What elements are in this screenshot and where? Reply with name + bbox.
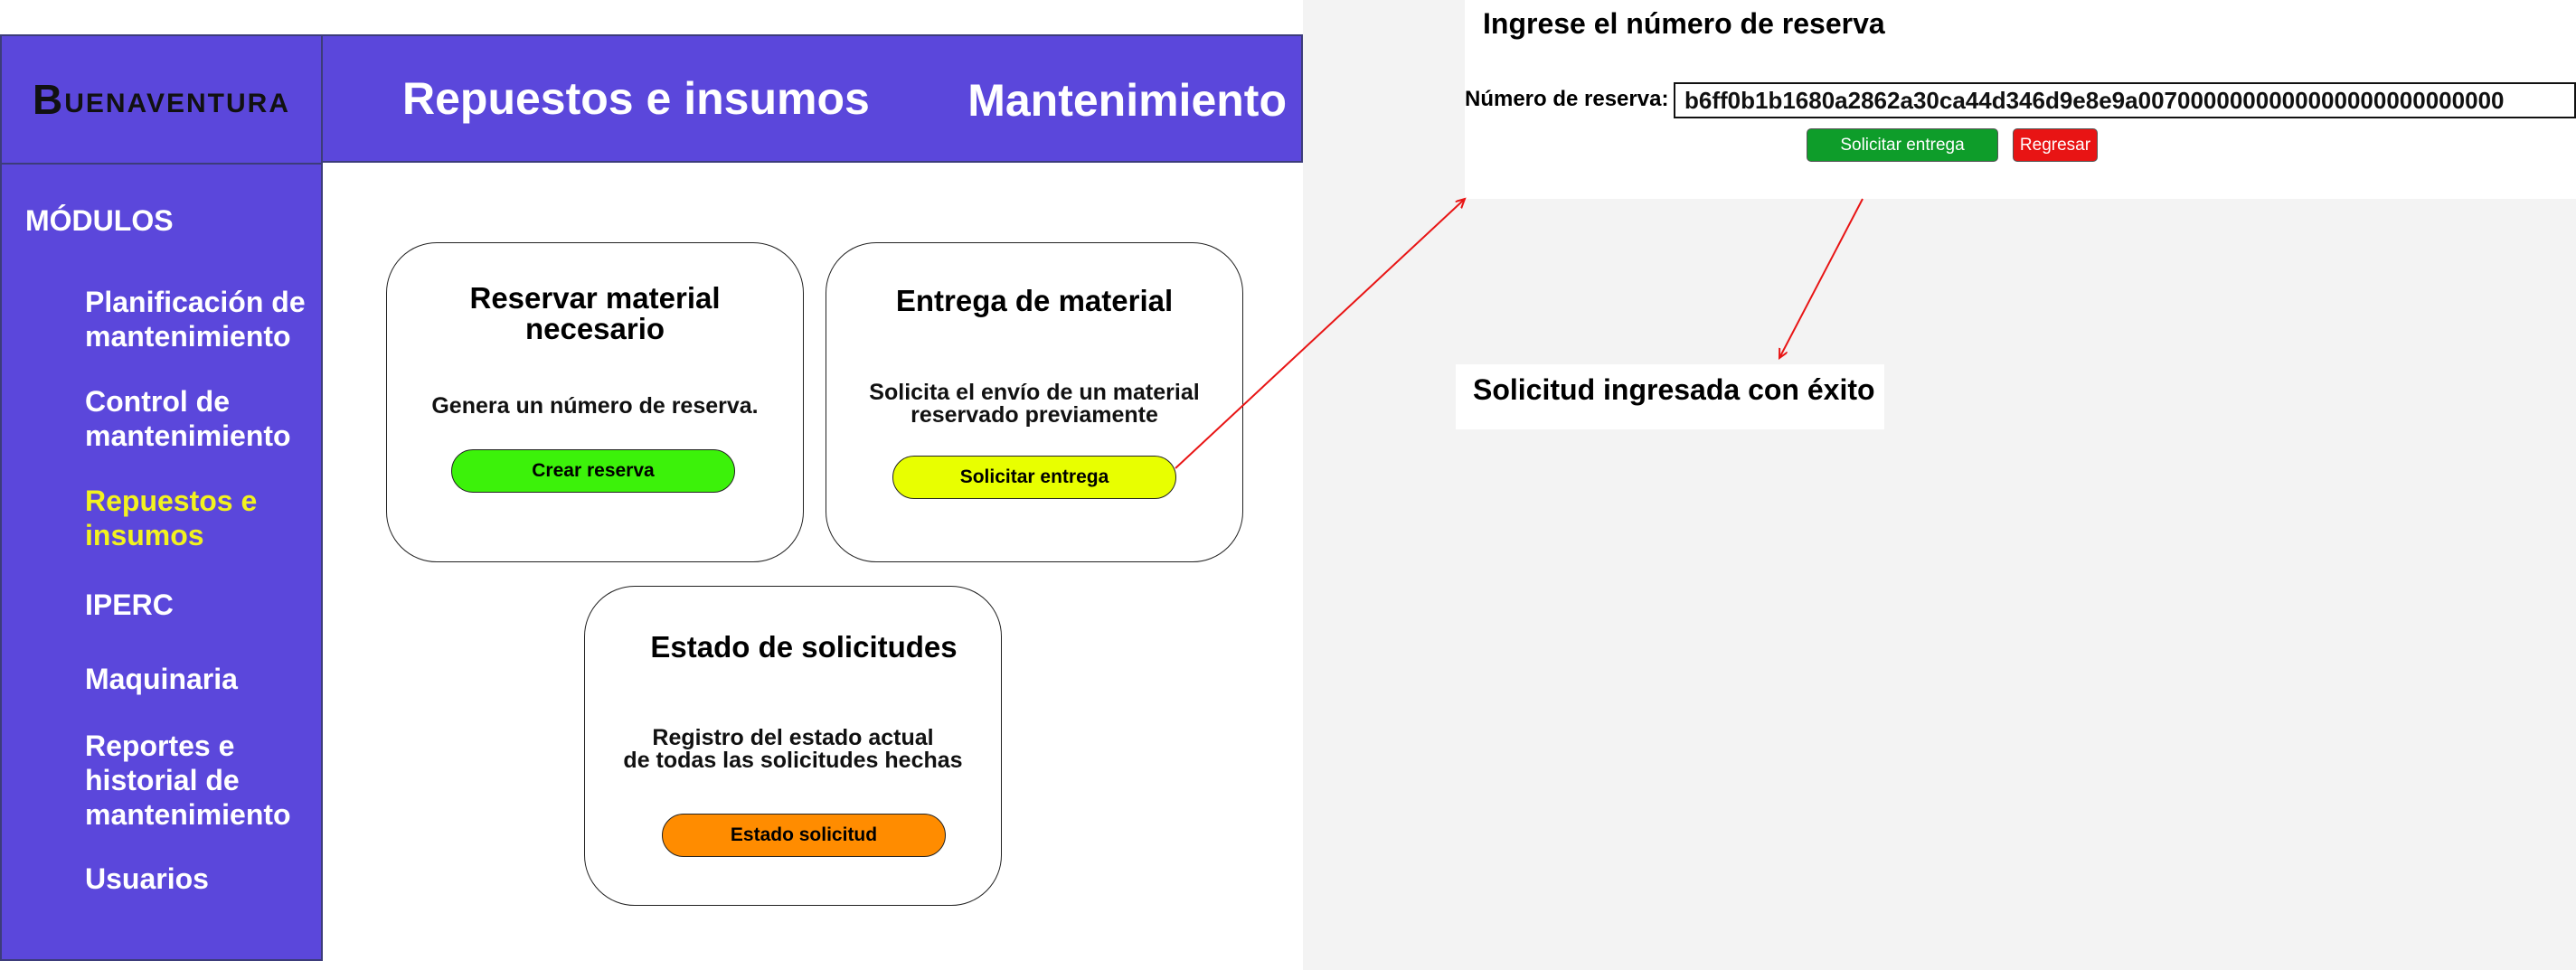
delivery-card: Entrega de material Solicita el envío de… bbox=[826, 242, 1243, 562]
card-desc-line: reservado previamente bbox=[911, 402, 1158, 428]
sidebar-item-iperc[interactable]: IPERC bbox=[85, 588, 174, 622]
sidebar-item-label: Planificación de bbox=[85, 286, 306, 318]
arrow-to-success bbox=[1779, 198, 1864, 358]
card-desc-line: Solicita el envío de un material bbox=[869, 380, 1200, 405]
sidebar-item-label: Usuarios bbox=[85, 862, 209, 895]
delivery-request-panel: Ingrese el número de reserva Número de r… bbox=[1465, 0, 2576, 199]
header: Repuestos e insumos Mantenimiento bbox=[323, 34, 1303, 163]
create-reservation-button[interactable]: Crear reserva bbox=[451, 449, 735, 493]
sidebar-item-label: Maquinaria bbox=[85, 663, 238, 695]
sidebar-item-control[interactable]: Control de mantenimiento bbox=[85, 384, 291, 453]
logo-initial: B bbox=[32, 76, 65, 123]
back-button[interactable]: Regresar bbox=[2013, 128, 2098, 162]
page-title: Repuestos e insumos bbox=[402, 73, 870, 124]
sidebar-item-reportes[interactable]: Reportes e historial de mantenimiento bbox=[85, 729, 291, 832]
status-card-description: Registro del estado actual de todas las … bbox=[585, 727, 1001, 772]
request-delivery-button[interactable]: Solicitar entrega bbox=[892, 456, 1176, 499]
reserve-card-title: Reservar material necesario bbox=[387, 283, 803, 344]
logo-area: B UENAVENTURA bbox=[2, 36, 321, 165]
section-title: Mantenimiento bbox=[967, 75, 1287, 126]
sidebar-item-label: Control de bbox=[85, 385, 230, 418]
status-card: Estado de solicitudes Registro del estad… bbox=[584, 586, 1002, 906]
sidebar-item-planificacion[interactable]: Planificación de mantenimiento bbox=[85, 285, 306, 353]
buenaventura-logo[interactable]: B UENAVENTURA bbox=[33, 79, 290, 120]
card-desc-line: de todas las solicitudes hechas bbox=[623, 748, 963, 773]
app-screen: B UENAVENTURA MÓDULOS Planificación de m… bbox=[0, 0, 1303, 970]
card-title-line: Reservar material bbox=[469, 281, 721, 315]
sidebar: B UENAVENTURA MÓDULOS Planificación de m… bbox=[0, 34, 323, 961]
modules-title: MÓDULOS bbox=[25, 204, 174, 237]
request-status-button[interactable]: Estado solicitud bbox=[662, 814, 946, 857]
card-desc-line: Registro del estado actual bbox=[652, 725, 934, 750]
sidebar-item-label: historial de bbox=[85, 764, 240, 796]
reserve-card-description: Genera un número de reserva. bbox=[431, 393, 759, 419]
sidebar-item-label: Repuestos e bbox=[85, 485, 258, 517]
success-message: Solicitud ingresada con éxito bbox=[1473, 373, 1875, 406]
success-message-box: Solicitud ingresada con éxito bbox=[1456, 364, 1884, 429]
reservation-number-label: Número de reserva: bbox=[1465, 87, 1669, 111]
sidebar-item-label: mantenimiento bbox=[85, 419, 291, 452]
panel-heading: Ingrese el número de reserva bbox=[1483, 7, 1885, 40]
sidebar-item-label: mantenimiento bbox=[85, 798, 291, 831]
sidebar-item-maquinaria[interactable]: Maquinaria bbox=[85, 662, 238, 696]
sidebar-item-label: Reportes e bbox=[85, 730, 235, 762]
sidebar-item-repuestos[interactable]: Repuestos e insumos bbox=[85, 484, 257, 552]
sidebar-item-label: insumos bbox=[85, 519, 204, 551]
logo-text: UENAVENTURA bbox=[64, 89, 291, 118]
status-card-title: Estado de solicitudes bbox=[650, 630, 958, 664]
delivery-card-description: Solicita el envío de un material reserva… bbox=[826, 381, 1242, 427]
sidebar-item-usuarios[interactable]: Usuarios bbox=[85, 862, 209, 896]
submit-delivery-button[interactable]: Solicitar entrega bbox=[1807, 128, 1998, 162]
delivery-card-title: Entrega de material bbox=[895, 284, 1174, 317]
reservation-number-input[interactable] bbox=[1674, 82, 2576, 118]
reserve-card: Reservar material necesario Genera un nú… bbox=[386, 242, 804, 562]
sidebar-item-label: IPERC bbox=[85, 589, 174, 621]
sidebar-item-label: mantenimiento bbox=[85, 320, 291, 353]
card-title-line: necesario bbox=[524, 312, 665, 345]
